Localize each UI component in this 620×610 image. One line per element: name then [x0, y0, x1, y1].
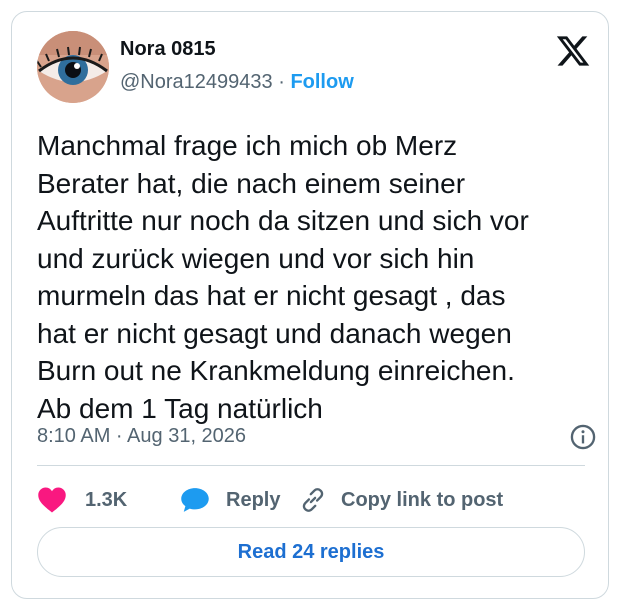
- user-handle[interactable]: @Nora12499433: [120, 71, 273, 93]
- handle-separator: ·: [278, 71, 285, 93]
- copy-link-label: Copy link to post: [341, 488, 504, 511]
- tweet-header: Nora 0815 @Nora12499433 · Follow: [37, 31, 597, 111]
- link-icon: [302, 488, 324, 512]
- follow-button[interactable]: Follow: [290, 71, 353, 93]
- read-replies-button[interactable]: Read 24 replies: [37, 527, 585, 577]
- tweet-text: Manchmal frage ich mich ob Merz Berater …: [37, 130, 529, 424]
- speech-bubble-icon: [181, 488, 209, 512]
- info-icon[interactable]: [569, 423, 597, 451]
- tweet-timestamp[interactable]: 8:10 AM · Aug 31, 2026: [37, 425, 246, 447]
- handle-row: @Nora12499433 · Follow: [120, 71, 354, 94]
- avatar[interactable]: [37, 31, 109, 103]
- reply-button[interactable]: Reply: [180, 482, 280, 518]
- tweet-card: Nora 0815 @Nora12499433 · Follow Manchma…: [11, 11, 609, 599]
- divider: [37, 465, 585, 466]
- display-name[interactable]: Nora 0815: [120, 38, 216, 61]
- like-button[interactable]: 1.3K: [37, 482, 127, 518]
- tweet-meta: 8:10 AM · Aug 31, 2026: [37, 424, 596, 450]
- reply-label: Reply: [226, 488, 281, 511]
- copy-link-button[interactable]: Copy link to post: [299, 482, 503, 518]
- heart-icon: [38, 487, 66, 513]
- like-count: 1.3K: [85, 488, 128, 511]
- action-bar: 1.3K Reply Copy link to post: [37, 482, 585, 522]
- avatar-eye-image: [37, 31, 109, 103]
- x-logo-icon[interactable]: [555, 33, 591, 69]
